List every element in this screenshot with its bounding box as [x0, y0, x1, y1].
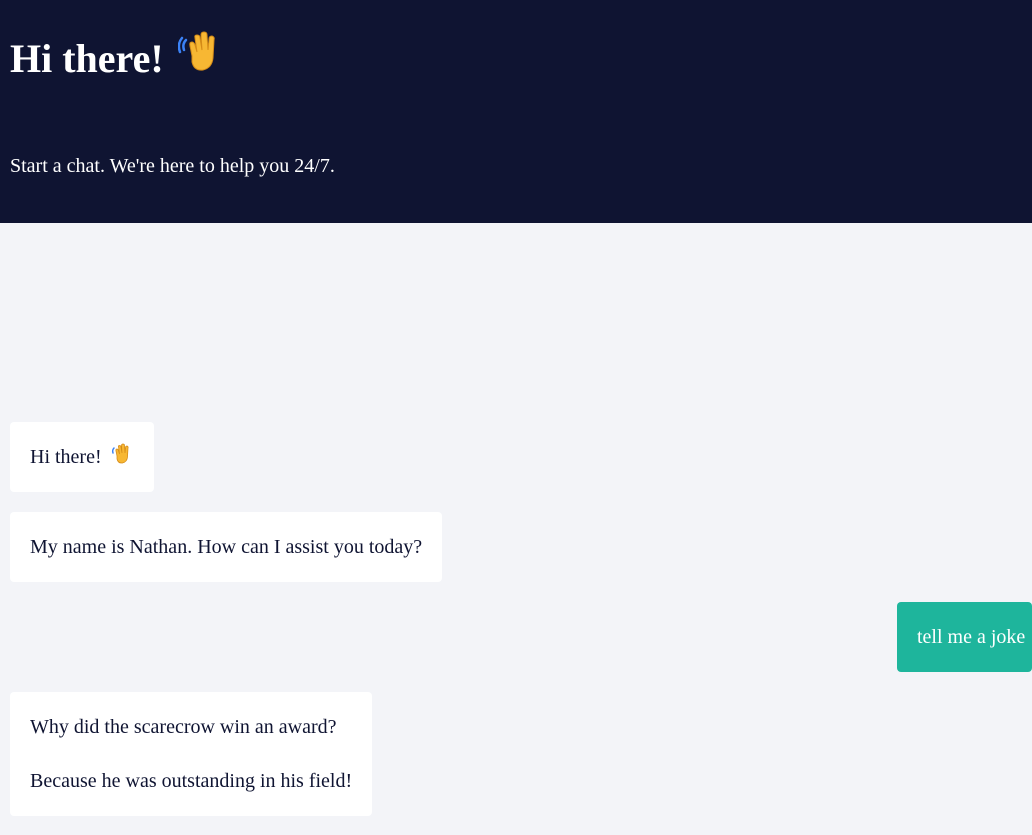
header-subtitle: Start a chat. We're here to help you 24/…: [10, 155, 335, 177]
message-text: Hi there!: [30, 446, 102, 468]
bot-message: Hi there!: [10, 422, 154, 492]
header-title: Hi there!: [10, 30, 222, 87]
message-line: Because he was outstanding in his field!: [30, 770, 353, 792]
message-text: tell me a joke: [917, 626, 1026, 648]
message-line: Why did the scarecrow win an award?: [30, 716, 337, 738]
header-title-text: Hi there!: [10, 35, 164, 81]
bot-message: My name is Nathan. How can I assist you …: [10, 512, 442, 582]
message-text: My name is Nathan. How can I assist you …: [30, 536, 423, 558]
waving-hand-icon: [110, 443, 132, 472]
chat-header: Hi there! Start a chat. We're here to he…: [0, 0, 1032, 223]
chat-messages: Hi there! My name is Nathan. How can I a…: [0, 223, 1032, 835]
waving-hand-icon: [177, 30, 222, 87]
bot-message: Why did the scarecrow win an award? Beca…: [10, 692, 372, 816]
user-message: tell me a joke: [897, 602, 1032, 672]
